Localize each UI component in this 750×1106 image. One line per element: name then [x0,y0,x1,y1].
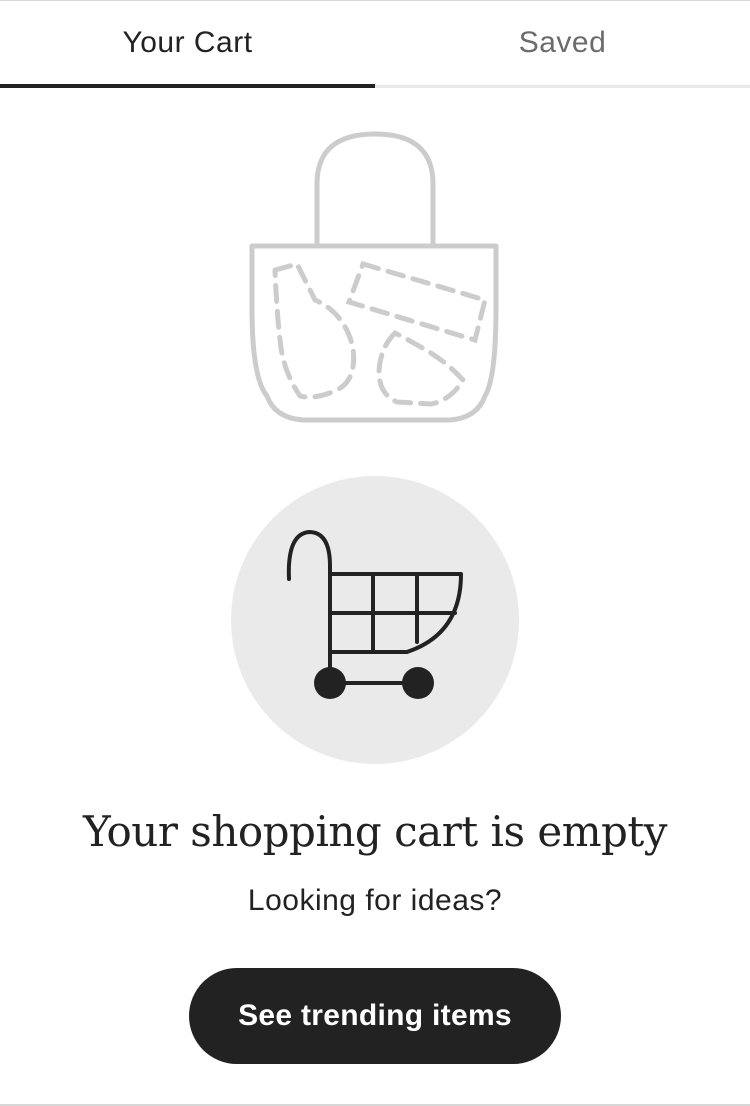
tab-saved[interactable]: Saved [375,1,750,88]
cart-tabs: Your Cart Saved [0,1,750,88]
cart-badge [231,476,519,764]
shopping-cart-icon [286,530,463,699]
shopping-bag-icon [245,128,505,430]
inactive-tab-indicator [375,85,750,88]
active-tab-indicator [0,84,375,88]
ideas-prompt: Looking for ideas? [247,884,503,917]
tab-saved-label: Saved [518,25,607,59]
tab-your-cart-label: Your Cart [122,25,253,59]
empty-cart-heading: Your shopping cart is empty [82,807,668,856]
tab-your-cart[interactable]: Your Cart [0,1,375,88]
see-trending-items-button[interactable]: See trending items [189,968,561,1064]
